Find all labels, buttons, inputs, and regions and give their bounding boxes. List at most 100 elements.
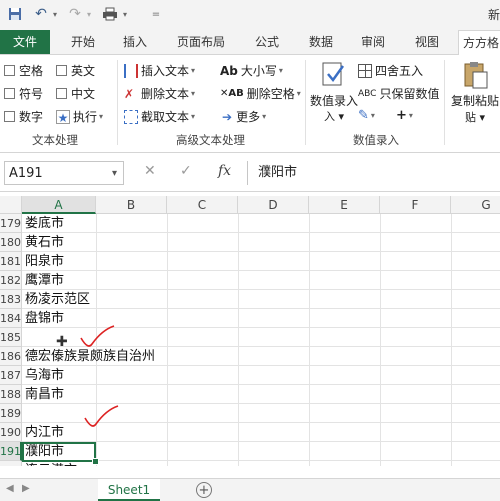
column-header-e[interactable]: E xyxy=(309,196,380,214)
copy-paste-label: 复制粘贴 xyxy=(451,94,500,108)
row-header[interactable]: 186 xyxy=(0,347,22,366)
extract-text-icon xyxy=(124,109,138,124)
ribbon-tabs: 文件 开始 插入 页面布局 公式 数据 审阅 视图 方方格 xyxy=(0,30,500,56)
enter-icon[interactable]: ✓ xyxy=(180,163,192,179)
redo-dropdown-icon[interactable]: ▾ xyxy=(84,4,94,24)
scroll-right-icon[interactable]: ▶ xyxy=(22,483,30,494)
add-tool-button[interactable]: + ▾ xyxy=(396,108,413,123)
column-header-a[interactable]: A xyxy=(22,196,96,214)
round-label: 四舍五入 xyxy=(375,64,424,78)
function-icon[interactable]: fx xyxy=(218,163,231,179)
window-title: 新 xyxy=(487,8,500,22)
row-header[interactable]: 191 xyxy=(0,442,22,461)
row-header[interactable]: 184 xyxy=(0,309,22,328)
tab-view[interactable]: 视图 xyxy=(404,30,450,54)
tab-fangfangge[interactable]: 方方格 xyxy=(458,30,500,56)
row-header[interactable]: 192 xyxy=(0,461,22,466)
insert-text-button[interactable]: 插入文本 ▾ xyxy=(124,62,195,79)
sheet-tab-sheet1[interactable]: Sheet1 xyxy=(98,479,160,501)
row-header[interactable]: 187 xyxy=(0,366,22,385)
row-header[interactable]: 182 xyxy=(0,271,22,290)
tab-data[interactable]: 数据 xyxy=(298,30,344,54)
fill-handle[interactable] xyxy=(92,458,99,465)
symbol-label: 符号 xyxy=(19,87,44,101)
save-icon[interactable] xyxy=(6,4,24,24)
number-label: 数字 xyxy=(19,110,44,124)
row-header[interactable]: 188 xyxy=(0,385,22,404)
add-sheet-icon[interactable]: + xyxy=(196,482,212,498)
chevron-down-icon: ▾ xyxy=(278,66,283,75)
case-button[interactable]: Ab 大小写 ▾ xyxy=(220,62,283,79)
space-checkbox[interactable]: 空格 xyxy=(4,62,43,79)
tab-file[interactable]: 文件 xyxy=(0,30,50,54)
name-box[interactable]: A191 ▾ xyxy=(4,161,124,185)
delete-text-label: 删除文本 xyxy=(141,87,190,101)
select-all-corner[interactable] xyxy=(0,196,22,214)
row-header[interactable]: 183 xyxy=(0,290,22,309)
row-header[interactable]: 189 xyxy=(0,404,22,423)
undo-icon[interactable]: ↶ xyxy=(32,4,50,24)
space-label: 空格 xyxy=(19,64,44,78)
round-button[interactable]: 四舍五入 xyxy=(358,62,423,79)
active-cell[interactable] xyxy=(22,442,96,462)
edit-tool-button[interactable]: ✎ ▾ xyxy=(358,108,375,123)
column-header-b[interactable]: B xyxy=(96,196,167,214)
tab-review[interactable]: 审阅 xyxy=(350,30,396,54)
group-divider xyxy=(305,60,306,145)
row-header[interactable]: 179 xyxy=(0,214,22,233)
delete-space-button[interactable]: ✕AB 删除空格 ▾ xyxy=(220,85,301,102)
cell-a[interactable]: 杨凌示范区 xyxy=(25,290,90,309)
cell-a[interactable]: 内江市 xyxy=(25,423,64,442)
execute-button[interactable]: ★ 执行 ▾ xyxy=(56,108,103,125)
insert-text-label: 插入文本 xyxy=(141,64,190,78)
formula-input[interactable]: 濮阳市 xyxy=(247,161,500,185)
more-button[interactable]: ➔ 更多 ▾ xyxy=(222,108,266,125)
number-checkbox[interactable]: 数字 xyxy=(4,108,43,125)
chinese-checkbox[interactable]: 中文 xyxy=(56,85,95,102)
keep-values-label: 只保留数值 xyxy=(379,87,440,101)
english-checkbox[interactable]: 英文 xyxy=(56,62,95,79)
cell-a[interactable]: 娄底市 xyxy=(25,214,64,233)
cell-cursor-icon: ✚ xyxy=(56,334,68,350)
cell-a[interactable]: 黄石市 xyxy=(25,233,64,252)
number-entry-button[interactable]: 数值录入 入 ▾ xyxy=(310,60,358,128)
column-header-d[interactable]: D xyxy=(238,196,309,214)
group-divider xyxy=(444,60,445,145)
tab-insert[interactable]: 插入 xyxy=(112,30,158,54)
cell-a[interactable]: 阳泉市 xyxy=(25,252,64,271)
extract-text-button[interactable]: 截取文本 ▾ xyxy=(124,108,195,125)
chevron-down-icon[interactable]: ▾ xyxy=(112,162,117,186)
group-divider xyxy=(117,60,118,145)
tab-home[interactable]: 开始 xyxy=(58,30,108,54)
cell-a[interactable]: 乌海市 xyxy=(25,366,64,385)
row-header[interactable]: 185 xyxy=(0,328,22,347)
group-label-advanced-text: 高级文本处理 xyxy=(176,133,245,147)
sheet-tab-bar: ◀ ▶ Sheet1 + xyxy=(0,478,500,501)
symbol-checkbox[interactable]: 符号 xyxy=(4,85,43,102)
qat-more-icon[interactable]: = xyxy=(150,4,162,24)
customize-qat-icon[interactable]: ▾ xyxy=(120,4,130,24)
redo-icon[interactable]: ↷ xyxy=(66,4,84,24)
cell-a[interactable]: 鹰潭市 xyxy=(25,271,64,290)
tab-formulas[interactable]: 公式 xyxy=(244,30,290,54)
row-header[interactable]: 190 xyxy=(0,423,22,442)
cancel-icon[interactable]: ✕ xyxy=(144,163,156,179)
tab-page-layout[interactable]: 页面布局 xyxy=(168,30,234,54)
row-header[interactable]: 180 xyxy=(0,233,22,252)
column-header-c[interactable]: C xyxy=(167,196,238,214)
keep-values-button[interactable]: ABC 只保留数值 xyxy=(358,85,439,102)
cell-a[interactable]: 南昌市 xyxy=(25,385,64,404)
chevron-down-icon: ▾ xyxy=(296,89,301,98)
column-header-f[interactable]: F xyxy=(380,196,451,214)
delete-text-button[interactable]: ✗ 删除文本 ▾ xyxy=(124,85,195,102)
print-icon[interactable] xyxy=(100,4,120,24)
column-header-g[interactable]: G xyxy=(451,196,500,214)
undo-dropdown-icon[interactable]: ▾ xyxy=(50,4,60,24)
chevron-down-icon: ▾ xyxy=(191,66,196,75)
cell-a[interactable]: 盘锦市 xyxy=(25,309,64,328)
clipboard-icon xyxy=(464,62,488,89)
copy-paste-button[interactable]: 复制粘贴 贴 ▾ xyxy=(451,60,500,128)
table-row xyxy=(22,290,500,309)
row-header[interactable]: 181 xyxy=(0,252,22,271)
scroll-left-icon[interactable]: ◀ xyxy=(6,483,14,494)
